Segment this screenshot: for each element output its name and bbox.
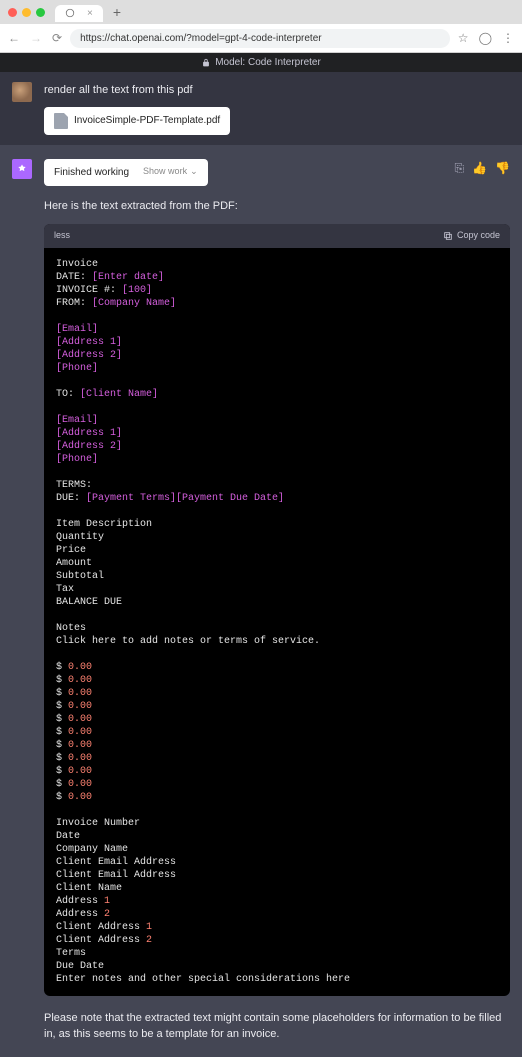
assistant-avatar: [12, 159, 32, 179]
menu-icon[interactable]: ⋮: [502, 31, 514, 45]
profile-icon[interactable]: ◯: [479, 31, 492, 45]
window-controls: [8, 8, 45, 17]
tab-bar: × +: [0, 0, 522, 24]
working-status-chip: Finished working Show work ⌄: [44, 159, 208, 186]
file-name: InvoiceSimple-PDF-Template.pdf: [74, 113, 220, 128]
assistant-intro-text: Here is the text extracted from the PDF:: [44, 198, 510, 215]
back-icon[interactable]: ←: [8, 31, 20, 45]
model-label: Model: Code Interpreter: [215, 57, 321, 68]
copy-icon: [443, 231, 453, 241]
message-actions: ⎘ 👍 👎: [454, 159, 510, 177]
model-indicator: Model: Code Interpreter: [0, 53, 522, 72]
thumbs-down-icon[interactable]: 👎: [495, 159, 510, 177]
assistant-message-row: ⎘ 👍 👎 Finished working Show work ⌄ Here …: [0, 145, 522, 1057]
openai-logo-icon: [16, 163, 28, 175]
chevron-down-icon: ⌄: [190, 165, 198, 179]
copy-code-button[interactable]: Copy code: [443, 229, 500, 243]
browser-tab[interactable]: ×: [55, 5, 103, 22]
code-header: less Copy code: [44, 224, 510, 248]
code-language: less: [54, 229, 70, 243]
show-work-toggle[interactable]: Show work ⌄: [143, 165, 198, 179]
close-tab-icon[interactable]: ×: [87, 8, 93, 19]
user-message-text: render all the text from this pdf: [44, 82, 510, 99]
clipboard-icon[interactable]: ⎘: [454, 159, 464, 177]
url-input[interactable]: https://chat.openai.com/?model=gpt-4-cod…: [70, 29, 450, 48]
forward-icon[interactable]: →: [30, 31, 42, 45]
maximize-window-icon[interactable]: [36, 8, 45, 17]
minimize-window-icon[interactable]: [22, 8, 31, 17]
bookmark-icon[interactable]: ☆: [458, 31, 469, 45]
address-bar: ← → ⟳ https://chat.openai.com/?model=gpt…: [0, 24, 522, 52]
chat-page: Model: Code Interpreter render all the t…: [0, 53, 522, 1057]
file-icon: [54, 113, 68, 129]
browser-chrome: × + ← → ⟳ https://chat.openai.com/?model…: [0, 0, 522, 53]
user-avatar: [12, 82, 32, 102]
site-favicon-icon: [65, 8, 75, 18]
code-content: Invoice DATE: [Enter date] INVOICE #: [1…: [44, 248, 510, 996]
new-tab-button[interactable]: +: [109, 4, 125, 20]
close-window-icon[interactable]: [8, 8, 17, 17]
code-block: less Copy code Invoice DATE: [Enter date…: [44, 224, 510, 996]
lock-icon: [201, 58, 211, 68]
status-label: Finished working: [54, 165, 129, 180]
file-attachment[interactable]: InvoiceSimple-PDF-Template.pdf: [44, 107, 230, 135]
assistant-outro-text: Please note that the extracted text migh…: [44, 1010, 510, 1043]
thumbs-up-icon[interactable]: 👍: [472, 159, 487, 177]
user-message-row: render all the text from this pdf Invoic…: [0, 72, 522, 145]
reload-icon[interactable]: ⟳: [52, 31, 62, 45]
